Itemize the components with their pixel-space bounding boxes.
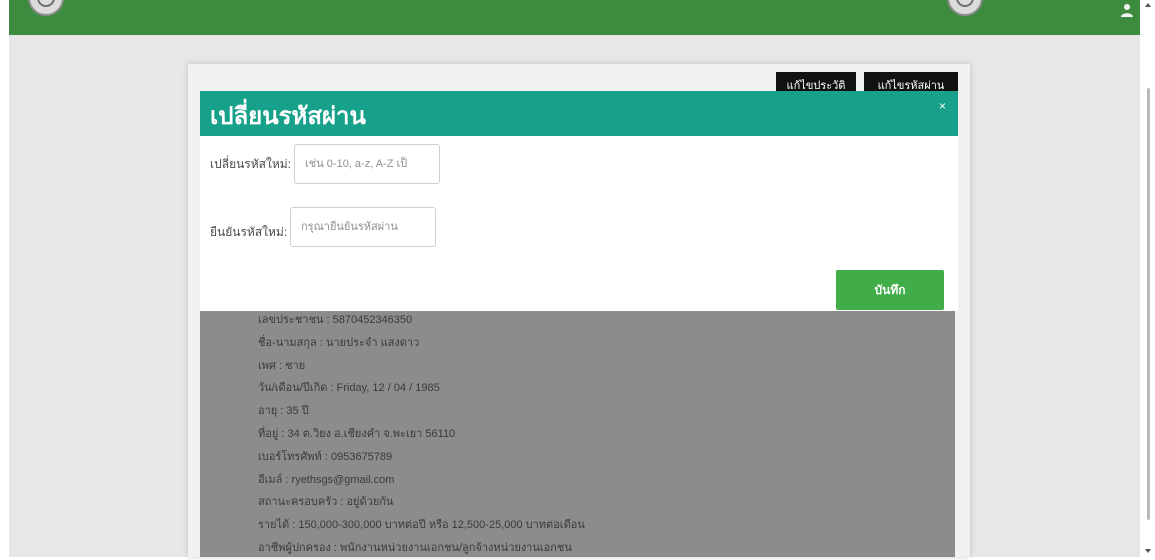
scroll-down-icon[interactable] <box>1145 549 1151 553</box>
new-password-input[interactable] <box>294 144 440 184</box>
profile-info-list: เลขประชาชน : 5870452346350 ชื่อ-นามสกุล … <box>258 309 938 560</box>
top-navbar <box>9 0 1140 35</box>
new-password-label: เปลี่ยนรหัสใหม่: <box>210 157 291 171</box>
profile-line-full-name: ชื่อ-นามสกุล : นายประจำ แสงดาว <box>258 336 420 349</box>
save-button[interactable]: บันทึก <box>836 270 944 310</box>
profile-line-family-status: สถานะครอบครัว : อยู่ด้วยกัน <box>258 496 394 509</box>
close-icon[interactable]: × <box>939 99 946 113</box>
profile-line-phone: เบอร์โทรศัพท์ : 0953675789 <box>258 450 393 463</box>
profile-line-email: อีเมล์ : ryethsgs@gmail.com <box>258 473 395 486</box>
profile-line-guardian-occupation: อาชีพผู้ปกครอง : พนักงานหน่วยงานเอกชน/ลู… <box>258 541 572 554</box>
seal-icon[interactable] <box>28 0 64 16</box>
profile-line-income: รายได้ : 150,000-300,000 บาทต่อปี หรือ 1… <box>258 519 585 532</box>
user-icon[interactable] <box>1120 3 1134 17</box>
modal-title: เปลี่ยนรหัสผ่าน <box>210 103 366 130</box>
confirm-password-input[interactable] <box>290 207 436 247</box>
profile-line-citizen-id: เลขประชาชน : 5870452346350 <box>258 314 413 326</box>
change-password-modal: เปลี่ยนรหัสผ่าน × เปลี่ยนรหัสใหม่: ยืนยั… <box>200 91 958 311</box>
profile-line-address: ที่อยู่ : 34 ต.วิยง อ.เชียงคำ จ.พะเยา 56… <box>258 427 456 440</box>
seal-inner-ring <box>956 0 974 7</box>
seal-inner-ring <box>37 0 55 7</box>
confirm-password-label: ยืนยันรหัสใหม่: <box>210 225 288 239</box>
modal-header: เปลี่ยนรหัสผ่าน × <box>200 91 958 136</box>
profile-line-gender: เพศ : ชาย <box>258 359 306 372</box>
scrollbar-thumb[interactable] <box>1147 88 1150 520</box>
vertical-scrollbar[interactable] <box>1141 0 1155 557</box>
profile-line-age: อายุ : 35 ปี <box>258 405 309 418</box>
scroll-up-icon[interactable] <box>1145 3 1151 7</box>
profile-line-birthdate: วัน/เดือน/ปีเกิด : Friday, 12 / 04 / 198… <box>258 382 440 395</box>
seal-icon[interactable] <box>947 0 983 16</box>
